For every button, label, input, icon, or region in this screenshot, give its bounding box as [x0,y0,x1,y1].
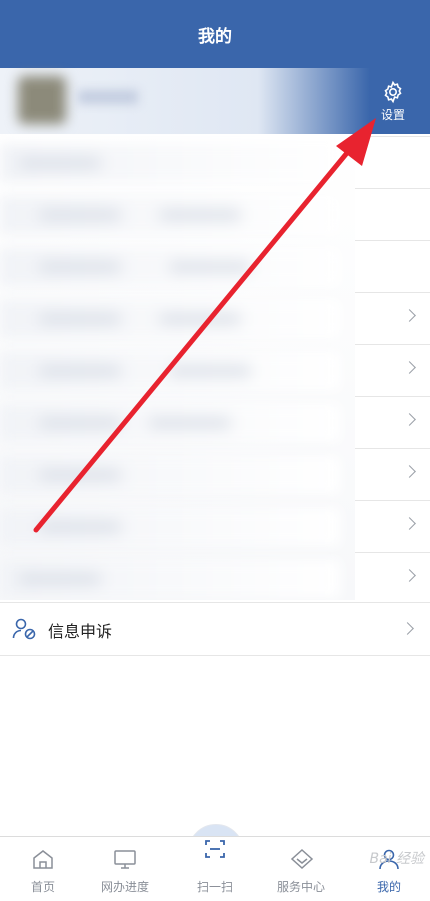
menu-item-label: 信息申诉 [48,622,113,641]
settings-button[interactable]: 设置 [356,68,430,134]
chevron-right-icon [403,465,416,478]
top-bar: 我的 [0,0,430,68]
menu-row-1[interactable] [355,136,430,189]
menu-item-info-complaint[interactable]: 信息申诉 [0,602,430,656]
username-blurred [78,90,138,104]
chevron-right-icon [403,309,416,322]
monitor-icon [114,850,136,869]
bottom-nav: 首页 网办进度 扫一扫 服务中心 我的 [0,836,430,901]
tab-progress[interactable]: 网办进度 [82,841,168,897]
gear-icon [384,80,402,103]
blurred-menu-area [0,134,355,600]
chevron-right-icon [403,413,416,426]
tab-home[interactable]: 首页 [0,841,86,897]
tab-scan-label: 扫一扫 [196,880,233,894]
menu-row-3[interactable] [355,240,430,293]
menu-row-8[interactable] [355,500,430,553]
menu-row-5[interactable] [355,344,430,397]
scan-icon [205,840,225,858]
chevron-right-icon [403,569,416,582]
tab-scan[interactable]: 扫一扫 [172,840,258,897]
tab-service-center[interactable]: 服务中心 [258,841,344,897]
diamond-icon [290,848,314,870]
menu-row-9[interactable] [355,552,430,605]
user-block-icon [12,618,36,640]
avatar[interactable] [18,76,66,124]
chevron-right-icon [403,517,416,530]
chevron-right-icon [401,622,414,635]
watermark: Bai 经验 [369,851,424,867]
chevron-right-icon [403,361,416,374]
tab-service-center-label: 服务中心 [276,880,325,894]
settings-label: 设置 [380,107,405,122]
menu-row-6[interactable] [355,396,430,449]
menu-row-4[interactable] [355,292,430,345]
tab-home-label: 首页 [30,880,55,894]
menu-row-2[interactable] [355,188,430,241]
tab-mine-label: 我的 [376,880,401,894]
tab-progress-label: 网办进度 [100,880,149,894]
menu-row-7[interactable] [355,448,430,501]
page-title: 我的 [198,26,232,47]
home-icon [33,850,53,869]
